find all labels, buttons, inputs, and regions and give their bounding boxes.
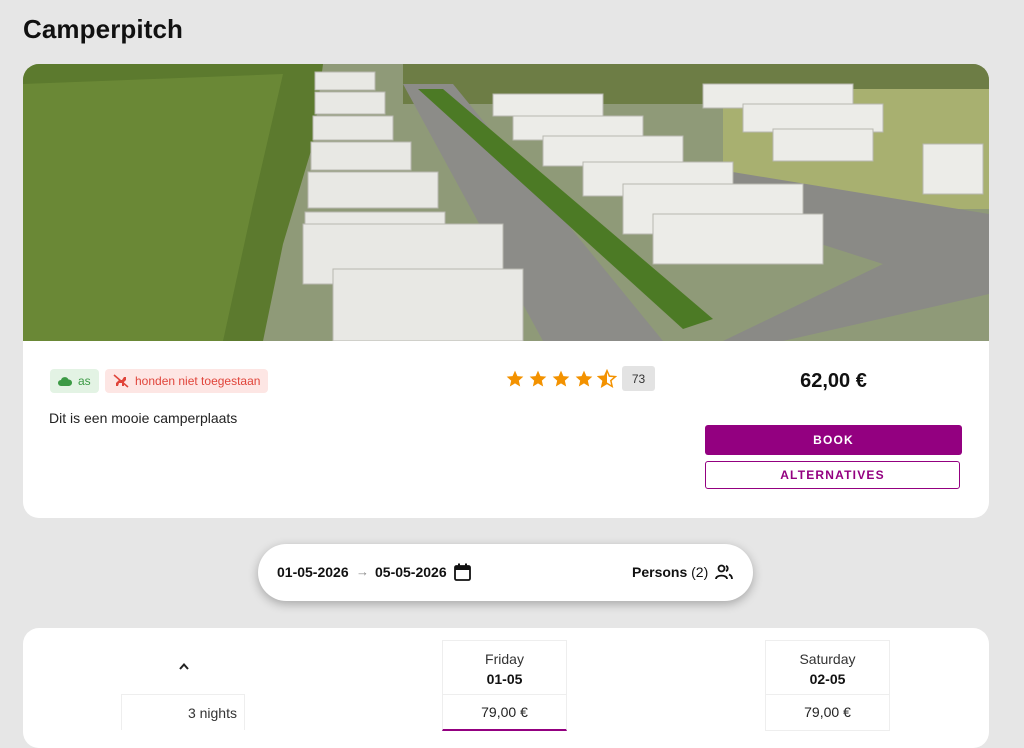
campsite-photo-illustration [23,64,989,341]
arrow-right-icon: → [356,564,369,579]
tag-as-label: as [78,374,91,388]
rating: 73 [505,366,655,391]
page-title: Camperpitch [23,14,184,44]
listing-description: Dit is een mooie camperplaats [49,410,238,426]
alternatives-button[interactable]: ALTERNATIVES [705,461,960,489]
book-button[interactable]: BOOK [705,425,962,455]
tag-no-dogs: honden niet toegestaan [105,369,269,393]
nights-count: 3 nights [121,694,245,730]
calendar-icon[interactable] [454,563,471,581]
day-weekday: Saturday [799,651,856,667]
persons-count: (2) [691,564,709,580]
chevron-up-icon[interactable] [178,661,190,671]
no-dogs-icon [113,374,129,388]
date-to[interactable]: 05-05-2026 [375,564,447,580]
day-weekday: Friday [485,651,524,667]
day-date: 02-05 [809,671,846,687]
star-icon [552,370,570,386]
rating-count: 73 [622,366,655,391]
persons-label: Persons [632,564,688,580]
availability-table: 3 nights Friday 01-05 79,00 € Saturday 0… [23,628,989,748]
listing-photo [23,64,989,341]
listing-price: 62,00 € [800,370,867,392]
day-date: 01-05 [486,671,523,687]
listing-card: as honden niet toegestaan Dit is een moo… [23,64,989,518]
day-column-header: Friday 01-05 [442,640,567,695]
people-icon[interactable] [715,564,733,580]
half-star-icon [597,368,617,388]
tag-no-dogs-label: honden niet toegestaan [135,374,261,388]
cloud-icon [58,376,72,386]
tag-as: as [50,369,99,393]
day-column-header: Saturday 02-05 [765,640,890,695]
star-icon [506,370,524,386]
day-price-cell[interactable]: 79,00 € [442,695,567,731]
date-persons-selector[interactable]: 01-05-2026 → 05-05-2026 Persons (2) [258,544,753,601]
star-icon [575,370,593,386]
date-from[interactable]: 01-05-2026 [277,564,349,580]
persons-selector[interactable]: Persons (2) [632,564,708,580]
day-price-cell[interactable]: 79,00 € [765,695,890,731]
star-icon [529,370,547,386]
